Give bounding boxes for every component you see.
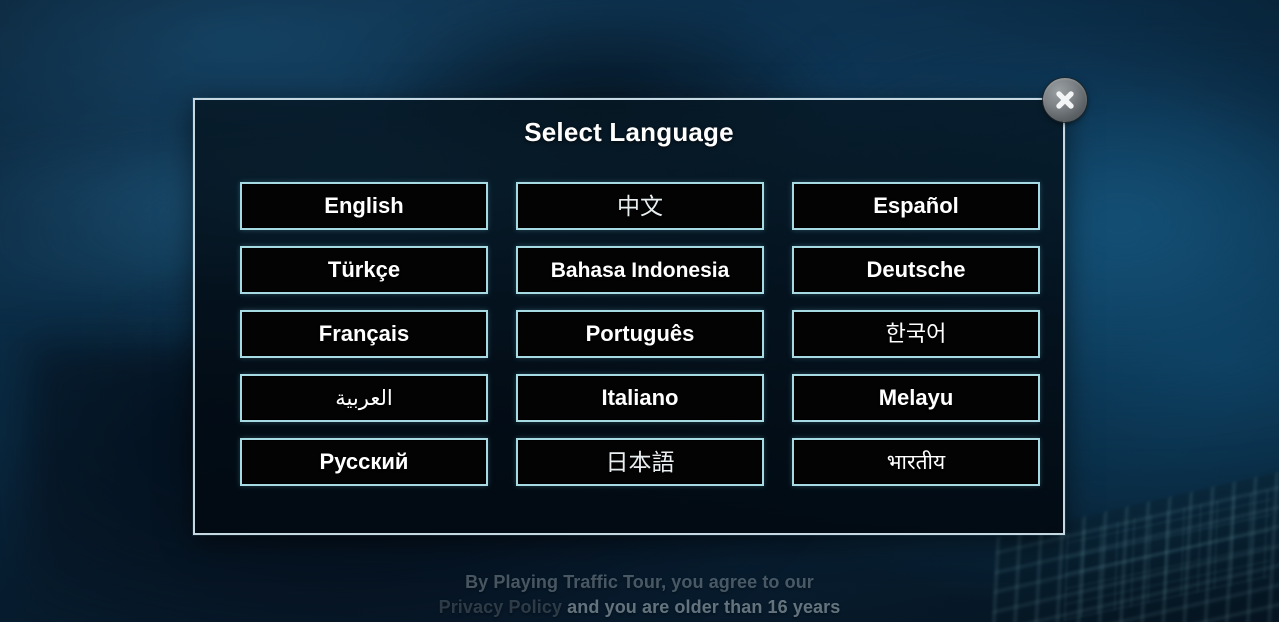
language-button-portuguese[interactable]: Português — [516, 310, 764, 358]
language-button-japanese[interactable]: 日本語 — [516, 438, 764, 486]
language-button-french[interactable]: Français — [240, 310, 488, 358]
language-button-arabic[interactable]: العربية — [240, 374, 488, 422]
privacy-policy-link[interactable]: Privacy Policy — [439, 597, 562, 617]
legal-line-2: Privacy Policy and you are older than 16… — [180, 595, 1099, 620]
language-button-malay[interactable]: Melayu — [792, 374, 1040, 422]
language-button-german[interactable]: Deutsche — [792, 246, 1040, 294]
select-language-dialog: Select Language English 中文 Español Türkç… — [193, 98, 1065, 535]
dialog-title: Select Language — [524, 117, 734, 147]
language-button-russian[interactable]: Русский — [240, 438, 488, 486]
language-button-spanish[interactable]: Español — [792, 182, 1040, 230]
legal-line-2-rest: and you are older than 16 years — [562, 597, 841, 617]
close-dialog-button[interactable] — [1043, 78, 1087, 122]
language-button-indian[interactable]: भारतीय — [792, 438, 1040, 486]
language-button-italian[interactable]: Italiano — [516, 374, 764, 422]
legal-consent-text: By Playing Traffic Tour, you agree to ou… — [0, 570, 1279, 620]
language-button-english[interactable]: English — [240, 182, 488, 230]
language-button-chinese[interactable]: 中文 — [516, 182, 764, 230]
legal-line-1: By Playing Traffic Tour, you agree to ou… — [465, 572, 814, 592]
language-button-korean[interactable]: 한국어 — [792, 310, 1040, 358]
language-button-turkish[interactable]: Türkçe — [240, 246, 488, 294]
close-x-icon — [1052, 87, 1078, 113]
language-grid: English 中文 Español Türkçe Bahasa Indones… — [240, 182, 1040, 486]
game-screen: By Playing Traffic Tour, you agree to ou… — [0, 0, 1279, 622]
language-button-bahasa-indonesia[interactable]: Bahasa Indonesia — [516, 246, 764, 294]
